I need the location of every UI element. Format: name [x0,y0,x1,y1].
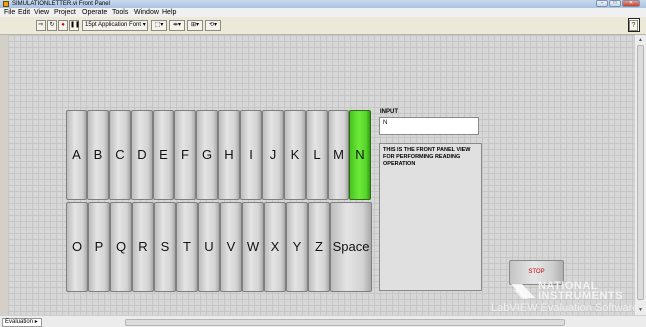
key-n[interactable]: N [349,110,371,200]
context-help-icon[interactable]: ? [629,20,638,31]
key-w[interactable]: W [242,202,264,292]
key-y[interactable]: Y [286,202,308,292]
font-selector[interactable]: 15pt Application Font ▾ [82,20,148,31]
vertical-scrollbar[interactable]: ▲ ▼ [634,35,646,315]
key-z[interactable]: Z [308,202,330,292]
input-field[interactable]: N [379,117,479,135]
menu-bar: File Edit View Project Operate Tools Win… [0,8,646,17]
ni-logo: NATIONAL INSTRUMENTS [510,280,622,302]
key-x[interactable]: X [264,202,286,292]
key-b[interactable]: B [87,110,109,200]
evaluation-tab[interactable]: Evaluation ▸ [2,318,42,327]
align-objects-icon[interactable]: ⬚▾ [151,20,167,31]
menu-tools[interactable]: Tools [112,8,128,17]
window-controls: – □ ✕ [596,0,640,8]
run-continuously-icon[interactable]: ↻ [47,20,57,31]
run-arrow-icon[interactable]: ⇨ [36,20,46,31]
key-r[interactable]: R [132,202,154,292]
toolbar: ⇨ ↻ ● ❚❚ 15pt Application Font ▾ ⬚▾ ⇹▾ ⊞… [0,17,646,35]
vi-icon [3,1,9,7]
key-v[interactable]: V [220,202,242,292]
menu-view[interactable]: View [34,8,49,17]
menu-edit[interactable]: Edit [18,8,30,17]
ni-logo-line2: INSTRUMENTS [538,290,623,302]
key-k[interactable]: K [284,110,306,200]
pause-icon[interactable]: ❚❚ [69,20,80,31]
key-e[interactable]: E [153,110,174,200]
key-t[interactable]: T [176,202,198,292]
key-a[interactable]: A [66,110,87,200]
window-title: SIMULATIONLETTER.vi Front Panel [12,1,110,7]
resize-objects-icon[interactable]: ⊞▾ [187,20,203,31]
status-bar: Evaluation ▸ [0,315,646,327]
evaluation-watermark: LabVIEW Evaluation Software [491,302,639,314]
close-button[interactable]: ✕ [622,0,640,7]
menu-window[interactable]: Window [134,8,159,17]
key-u[interactable]: U [198,202,220,292]
key-g[interactable]: G [196,110,218,200]
key-o[interactable]: O [66,202,88,292]
maximize-button[interactable]: □ [609,0,621,7]
reorder-icon[interactable]: ⟲▾ [205,20,221,31]
key-d[interactable]: D [131,110,153,200]
key-q[interactable]: Q [110,202,132,292]
distribute-objects-icon[interactable]: ⇹▾ [169,20,185,31]
key-f[interactable]: F [174,110,196,200]
key-space[interactable]: Space [330,202,372,292]
title-bar: SIMULATIONLETTER.vi Front Panel – □ ✕ [0,0,646,8]
vertical-scroll-thumb[interactable] [637,45,644,300]
menu-help[interactable]: Help [162,8,176,17]
key-i[interactable]: I [240,110,262,200]
key-l[interactable]: L [306,110,328,200]
key-j[interactable]: J [262,110,284,200]
abort-icon[interactable]: ● [58,20,68,31]
message-display: THIS IS THE FRONT PANEL VIEW FOR PERFORM… [379,143,482,291]
menu-project[interactable]: Project [54,8,76,17]
key-p[interactable]: P [88,202,110,292]
menu-file[interactable]: File [4,8,15,17]
key-c[interactable]: C [109,110,131,200]
key-m[interactable]: M [328,110,349,200]
ni-eagle-icon [511,284,535,299]
key-h[interactable]: H [218,110,240,200]
horizontal-scroll-thumb[interactable] [125,319,565,326]
key-s[interactable]: S [154,202,176,292]
minimize-button[interactable]: – [596,0,608,7]
input-label: INPUT [380,109,398,115]
menu-operate[interactable]: Operate [82,8,107,17]
